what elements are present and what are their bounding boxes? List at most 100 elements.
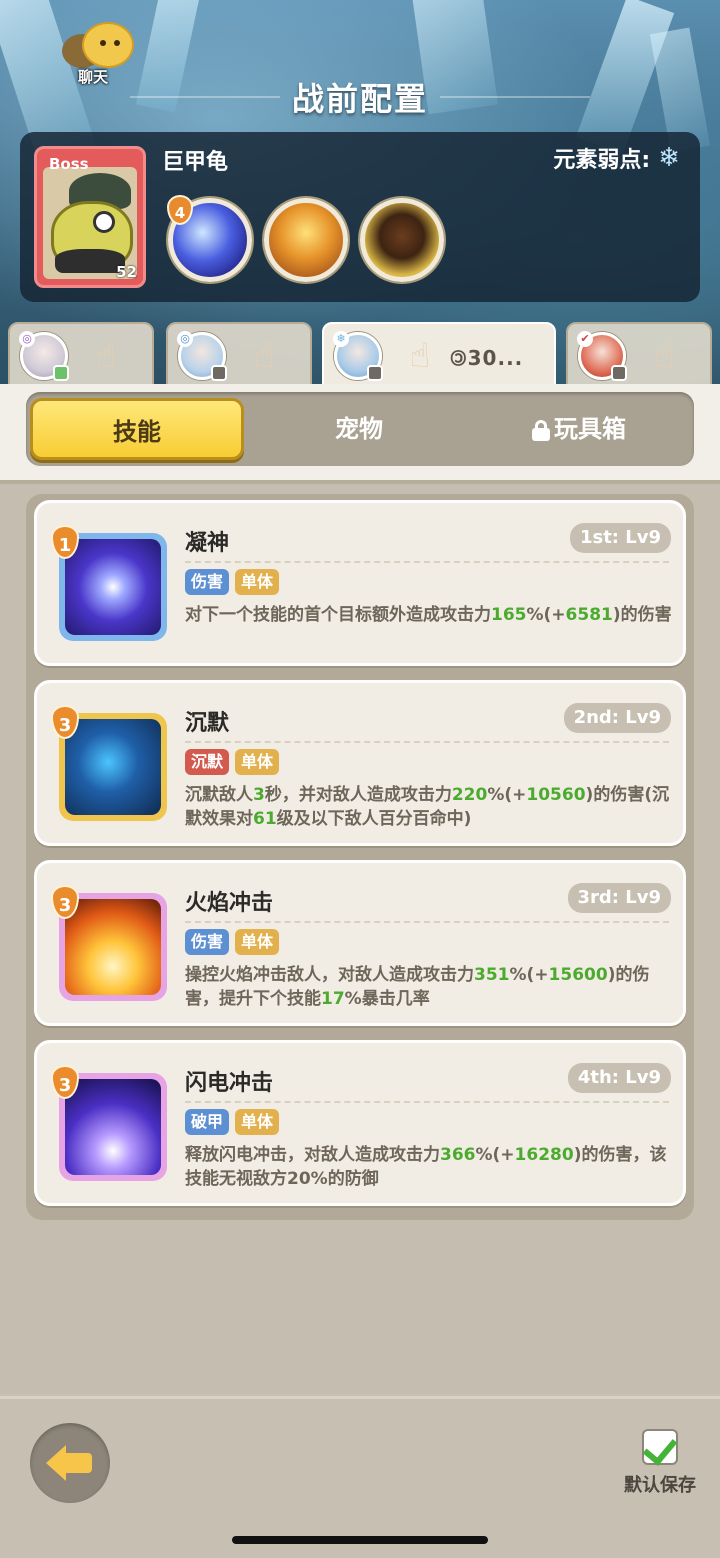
boss-skill-beast-roar[interactable] xyxy=(360,198,444,282)
status-icon xyxy=(367,365,383,381)
boss-tag: Boss xyxy=(49,155,89,173)
back-arrow-tail xyxy=(64,1453,92,1473)
skill-tag: 破甲 xyxy=(185,1109,230,1135)
skill-tag: 单体 xyxy=(235,1109,280,1135)
skill-tags: 沉默 单体 xyxy=(185,749,280,775)
skill-name: 火焰冲击 xyxy=(185,891,274,916)
tap-hand-icon: ☝ xyxy=(409,336,431,376)
description-text: %(+ xyxy=(509,965,549,985)
skill-card[interactable]: 3 火焰冲击 3rd: Lv9 伤害 单体 操控火焰冲击敌人，对敌人造成攻击力3… xyxy=(34,860,686,1026)
tab-toys-label: 玩具箱 xyxy=(554,415,626,443)
snowflake-icon: ❄ xyxy=(658,143,680,173)
skill-tag: 伤害 xyxy=(185,569,230,595)
divider xyxy=(185,921,669,923)
lightning-strike-skill-icon xyxy=(65,1079,161,1175)
skill-tags: 伤害 单体 xyxy=(185,569,280,595)
skill-card[interactable]: 3 沉默 2nd: Lv9 沉默 单体 沉默敌人3秒，并对敌人造成攻击力220%… xyxy=(34,680,686,846)
description-text: %(+ xyxy=(526,605,566,625)
skill-tag: 单体 xyxy=(235,929,280,955)
skill-tags: 破甲 单体 xyxy=(185,1109,280,1135)
skill-name: 沉默 xyxy=(185,711,230,736)
skill-order-badge: 3rd: Lv9 xyxy=(567,883,671,913)
element-icon: ✔ xyxy=(577,331,593,347)
divider xyxy=(185,741,669,743)
segmented-tabs: 技能 宠物 玩具箱 xyxy=(26,392,694,466)
tab-toys[interactable]: 玩具箱 xyxy=(472,398,686,460)
boss-info-panel: Boss 52 巨甲龟 元素弱点: ❄ 4 xyxy=(20,132,700,302)
skill-tag: 单体 xyxy=(235,749,280,775)
avatar: ◎ xyxy=(177,331,227,381)
skill-description: 操控火焰冲击敌人，对敌人造成攻击力351%(+15600)的伤害，提升下个技能1… xyxy=(185,963,673,1011)
description-text: 释放闪电冲击，对敌人造成攻击力 xyxy=(185,1145,440,1165)
skill-order-badge: 1st: Lv9 xyxy=(569,523,671,553)
description-text: 对下一个技能的首个目标额外造成攻击力 xyxy=(185,605,491,625)
element-icon: ◎ xyxy=(19,331,35,347)
page-title: 战前配置 xyxy=(291,80,428,118)
chat-face-icon xyxy=(82,22,134,68)
description-text: 沉默敌人 xyxy=(185,785,253,805)
boss-skill-wind-swirl[interactable]: 4 xyxy=(167,195,252,282)
hero-tab-1[interactable]: ◎ ☝ xyxy=(8,322,154,386)
description-text: 操控火焰冲击敌人，对敌人造成攻击力 xyxy=(185,965,474,985)
description-text: %(+ xyxy=(487,785,527,805)
tab-pets[interactable]: 宠物 xyxy=(252,398,466,460)
boss-skill-crown-spike[interactable] xyxy=(264,198,348,282)
skill-card[interactable]: 1 凝神 1st: Lv9 伤害 单体 对下一个技能的首个目标额外造成攻击力16… xyxy=(34,500,686,666)
skill-tag: 伤害 xyxy=(185,929,230,955)
tab-skills[interactable]: 技能 xyxy=(30,398,244,460)
bottom-bar: 默认保存 xyxy=(0,1396,720,1558)
fire-burst-skill-icon xyxy=(65,899,161,995)
checkbox-checked-icon[interactable] xyxy=(642,1429,678,1465)
avatar: ✔ xyxy=(577,331,627,381)
highlight-value: 16280 xyxy=(514,1145,574,1165)
weakness-label: 元素弱点: xyxy=(553,148,651,173)
hero-tab-3[interactable]: ❄ ☝ 🄯30... xyxy=(322,322,556,386)
skill-name: 闪电冲击 xyxy=(185,1071,274,1096)
tap-hand-icon: ☝ xyxy=(95,336,117,376)
hero-cost: 🄯30... xyxy=(450,346,524,370)
back-button[interactable] xyxy=(30,1423,110,1503)
skill-list: 1 凝神 1st: Lv9 伤害 单体 对下一个技能的首个目标额外造成攻击力16… xyxy=(26,494,694,1220)
turtle-monocle xyxy=(93,211,115,233)
focus-eye-skill-icon xyxy=(65,539,161,635)
skill-description: 对下一个技能的首个目标额外造成攻击力165%(+6581)的伤害 xyxy=(185,603,673,627)
skill-description: 沉默敌人3秒，并对敌人造成攻击力220%(+10560)的伤害(沉默效果对61级… xyxy=(185,783,673,831)
divider xyxy=(185,1101,669,1103)
skill-order-badge: 4th: Lv9 xyxy=(567,1063,671,1093)
default-save-toggle[interactable]: 默认保存 xyxy=(620,1429,700,1497)
highlight-value: 3 xyxy=(253,785,265,805)
description-text: 秒，并对敌人造成攻击力 xyxy=(264,785,452,805)
skill-name: 凝神 xyxy=(185,531,230,556)
silence-cube-skill-icon xyxy=(65,719,161,815)
boss-level: 52 xyxy=(116,263,137,281)
element-weakness: 元素弱点: ❄ xyxy=(553,142,680,174)
back-arrow-icon xyxy=(46,1445,66,1481)
lock-icon xyxy=(532,420,550,441)
highlight-value: 220 xyxy=(451,785,488,805)
highlight-value: 17 xyxy=(321,989,345,1009)
avatar: ◎ xyxy=(19,331,69,381)
avatar: ❄ xyxy=(333,331,383,381)
status-icon xyxy=(611,365,627,381)
hero-tab-4[interactable]: ✔ ☝ xyxy=(566,322,712,386)
skill-card[interactable]: 3 闪电冲击 4th: Lv9 破甲 单体 释放闪电冲击，对敌人造成攻击力366… xyxy=(34,1040,686,1206)
home-indicator[interactable] xyxy=(232,1536,488,1544)
hero-tab-2[interactable]: ◎ ☝ xyxy=(166,322,312,386)
skill-tag: 沉默 xyxy=(185,749,230,775)
boss-name: 巨甲龟 xyxy=(162,150,229,175)
status-icon xyxy=(211,365,227,381)
highlight-value: 6581 xyxy=(565,605,613,625)
boss-card[interactable]: Boss 52 xyxy=(34,146,146,288)
tap-hand-icon: ☝ xyxy=(653,336,675,376)
save-label: 默认保存 xyxy=(624,1475,696,1496)
tap-hand-icon: ☝ xyxy=(253,336,275,376)
boss-skill-level-badge: 4 xyxy=(167,195,193,225)
description-text: 级及以下敌人百分百命中) xyxy=(276,809,472,829)
turtle-shell xyxy=(55,249,125,273)
highlight-value: 351 xyxy=(474,965,510,985)
status-icon xyxy=(53,365,69,381)
skill-description: 释放闪电冲击，对敌人造成攻击力366%(+16280)的伤害，该技能无视敌方20… xyxy=(185,1143,673,1191)
divider xyxy=(185,561,669,563)
highlight-value: 15600 xyxy=(548,965,608,985)
highlight-value: 10560 xyxy=(526,785,586,805)
